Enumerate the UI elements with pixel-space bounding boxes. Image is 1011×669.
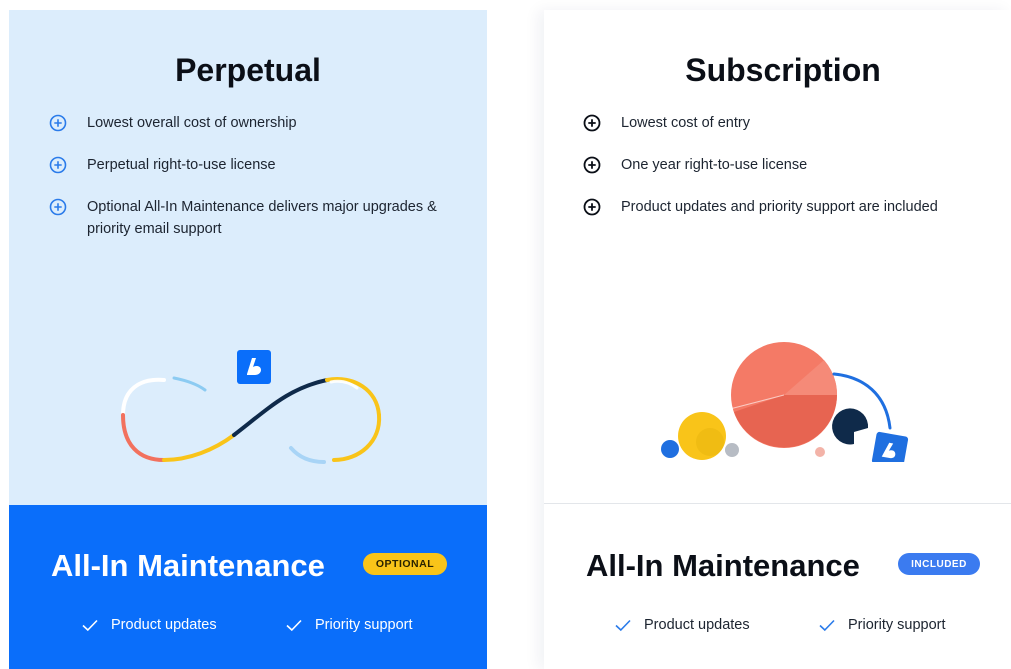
check-icon (819, 619, 835, 632)
feature-text: Lowest cost of entry (621, 115, 750, 131)
plus-circle-icon (581, 112, 603, 134)
plus-circle-icon (581, 196, 603, 218)
feature-text: Lowest overall cost of ownership (87, 115, 297, 131)
maintenance-check-item: Priority support (818, 617, 946, 633)
feature-text: One year right-to-use license (621, 157, 808, 173)
check-label: Priority support (848, 617, 946, 633)
subscription-illustration (661, 342, 909, 462)
subscription-feature-list: Lowest cost of entry One year right-to-u… (581, 112, 1001, 238)
maintenance-check-item: Product updates (614, 617, 750, 633)
feature-text: Optional All-In Maintenance delivers maj… (87, 199, 437, 237)
perpetual-title: Perpetual (175, 52, 321, 88)
bricsys-logo-icon (871, 431, 909, 462)
check-icon (615, 619, 631, 632)
subscription-title: Subscription (685, 52, 881, 88)
check-label: Product updates (644, 617, 750, 633)
subscription-maintenance-panel: All-In Maintenance INCLUDED Product upda… (544, 505, 1011, 669)
maintenance-title: All-In Maintenance (586, 548, 860, 583)
optional-badge: OPTIONAL (363, 553, 447, 575)
included-badge: INCLUDED (898, 553, 980, 575)
maintenance-title: All-In Maintenance (51, 548, 325, 583)
check-label: Priority support (315, 617, 413, 633)
perpetual-feature-item: Lowest overall cost of ownership (47, 112, 467, 134)
card-divider (544, 503, 1011, 504)
feature-text: Product updates and priority support are… (621, 199, 938, 215)
plus-circle-icon (47, 112, 69, 134)
infinity-illustration (121, 350, 382, 464)
perpetual-feature-item: Optional All-In Maintenance delivers maj… (47, 196, 467, 240)
pricing-comparison: Perpetual Lowest overall cost of ownersh… (0, 0, 1011, 669)
subscription-feature-item: One year right-to-use license (581, 154, 1001, 176)
perpetual-maintenance-panel: All-In Maintenance OPTIONAL Product upda… (9, 505, 487, 669)
maintenance-check-item: Product updates (81, 617, 217, 633)
perpetual-feature-item: Perpetual right-to-use license (47, 154, 467, 176)
perpetual-feature-list: Lowest overall cost of ownership Perpetu… (47, 112, 467, 260)
subscription-feature-item: Product updates and priority support are… (581, 196, 1001, 218)
maintenance-check-item: Priority support (285, 617, 413, 633)
check-icon (286, 619, 302, 632)
bricsys-logo-icon (237, 350, 271, 384)
check-label: Product updates (111, 617, 217, 633)
plus-circle-icon (47, 196, 69, 218)
plus-circle-icon (47, 154, 69, 176)
subscription-feature-item: Lowest cost of entry (581, 112, 1001, 134)
check-icon (82, 619, 98, 632)
plus-circle-icon (581, 154, 603, 176)
feature-text: Perpetual right-to-use license (87, 157, 276, 173)
